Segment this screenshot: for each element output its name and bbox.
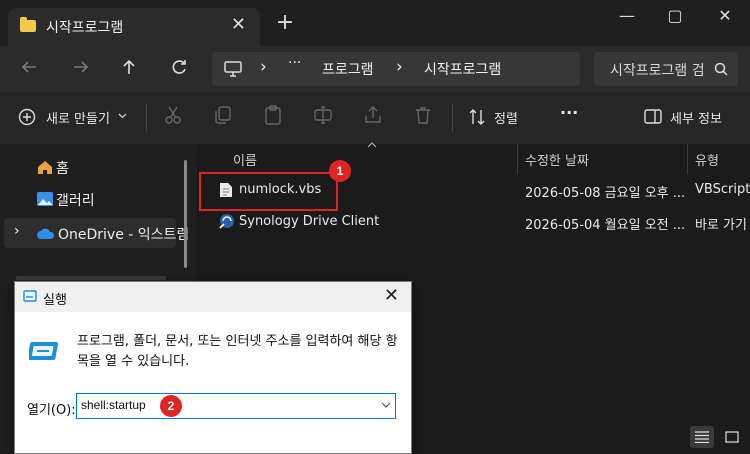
new-tab-button[interactable]: +: [275, 10, 295, 35]
chevron-down-icon: [118, 113, 127, 119]
folder-icon: [20, 17, 36, 32]
chevron-right-icon[interactable]: ›: [14, 223, 20, 239]
run-dialog-message: 프로그램, 폴더, 문서, 또는 인터넷 주소를 입력하여 해당 항목을 열 수…: [77, 334, 398, 369]
delete-icon[interactable]: [412, 104, 434, 126]
details-pane-icon: [644, 109, 662, 124]
search-box[interactable]: 시작프로그램 검색: [594, 52, 738, 86]
close-button[interactable]: ✕: [710, 6, 740, 30]
arrow-up-icon: [123, 59, 135, 74]
chevron-right-icon: ›: [396, 57, 403, 77]
sidebar-item-label: 홈: [56, 161, 69, 177]
run-command-value[interactable]: shell:startup: [81, 398, 146, 412]
refresh-icon: [172, 60, 186, 74]
run-dialog-close-button[interactable]: ✕: [384, 285, 399, 306]
list-view-icon: [695, 431, 709, 443]
file-name: Synology Drive Client: [239, 214, 380, 229]
step-badge-1: 1: [329, 160, 351, 182]
tab-title: 시작프로그램: [46, 20, 124, 36]
file-date: 2026-05-08 금요일 오후 ...: [525, 186, 686, 201]
column-header-name[interactable]: 이름: [233, 150, 257, 169]
step-badge-2: 2: [160, 395, 182, 417]
sidebar-item-home[interactable]: 홈: [0, 152, 180, 182]
command-bar: 새로 만들기 정렬 ··· 세부 정보: [0, 92, 750, 145]
column-header-type[interactable]: 유형: [695, 150, 719, 169]
computer-icon: [224, 61, 242, 77]
table-row[interactable]: Synology Drive Client 2026-05-04 월요일 오전 …: [197, 207, 750, 237]
breadcrumb-startup[interactable]: 시작프로그램: [424, 59, 501, 79]
gallery-icon: [37, 192, 53, 206]
title-bar: 시작프로그램 ✕ + — ▢ ✕: [0, 0, 750, 46]
column-header-date[interactable]: 수정한 날짜: [525, 150, 589, 169]
highlight-box: [199, 172, 338, 211]
paste-icon[interactable]: [262, 104, 284, 126]
refresh-button[interactable]: [164, 54, 194, 84]
tiles-view-button[interactable]: [720, 426, 744, 448]
view-toggle: [690, 424, 748, 452]
rename-icon[interactable]: [312, 104, 334, 126]
forward-button[interactable]: [66, 54, 96, 84]
more-options-button[interactable]: ···: [560, 103, 578, 122]
maximize-button[interactable]: ▢: [660, 6, 690, 30]
run-dialog-title: 실행: [43, 293, 67, 308]
arrow-right-icon: [74, 61, 89, 73]
toolbar-divider: [146, 104, 147, 132]
run-command-input[interactable]: shell:startup: [76, 393, 396, 419]
run-icon: [29, 342, 58, 360]
arrow-left-icon: [21, 61, 36, 73]
search-icon: [704, 52, 738, 86]
breadcrumb-programs[interactable]: 프로그램: [322, 59, 374, 79]
sidebar-scrollbar[interactable]: [184, 160, 187, 268]
sort-button[interactable]: 정렬: [466, 104, 526, 130]
home-icon: [38, 161, 52, 174]
sidebar-item-label: OneDrive - 익스트림: [58, 227, 190, 243]
chevron-down-icon[interactable]: [381, 402, 391, 408]
synology-shortcut-icon: [219, 214, 234, 229]
more-locations-button[interactable]: ···: [288, 55, 301, 71]
back-button[interactable]: [14, 54, 44, 84]
file-type: 바로 가기: [695, 218, 747, 233]
new-button-label: 새로 만들기: [46, 112, 110, 127]
open-label: 열기(O):: [27, 403, 76, 418]
cut-icon[interactable]: [162, 104, 184, 126]
toolbar-divider: [452, 104, 453, 132]
sidebar-item-gallery[interactable]: 갤러리: [0, 184, 180, 214]
up-button[interactable]: [114, 54, 144, 84]
details-view-button[interactable]: [690, 426, 714, 448]
sidebar-item-label: 갤러리: [56, 193, 95, 209]
run-dialog: 실행 ✕ 프로그램, 폴더, 문서, 또는 인터넷 주소를 입력하여 해당 항목…: [14, 281, 412, 454]
share-icon[interactable]: [362, 104, 384, 126]
sort-label: 정렬: [494, 112, 518, 127]
search-input[interactable]: 시작프로그램 검색: [610, 60, 718, 80]
file-date: 2026-05-04 월요일 오전 ...: [525, 218, 686, 233]
column-divider[interactable]: [517, 144, 518, 174]
details-label: 세부 정보: [670, 112, 722, 127]
minimize-button[interactable]: —: [612, 6, 642, 30]
copy-icon[interactable]: [212, 104, 234, 126]
address-bar[interactable]: › ··· 프로그램 › 시작프로그램: [212, 52, 580, 86]
run-app-icon: [23, 290, 37, 302]
chevron-right-icon: ›: [260, 57, 267, 77]
sidebar-item-onedrive[interactable]: › OneDrive - 익스트림: [4, 218, 189, 248]
plus-circle-icon: [18, 108, 36, 126]
column-divider[interactable]: [687, 144, 688, 174]
sidebar-divider: [16, 276, 166, 280]
navigation-bar: › ··· 프로그램 › 시작프로그램 시작프로그램 검색: [0, 46, 750, 92]
new-button[interactable]: 새로 만들기: [14, 104, 134, 130]
details-pane-button[interactable]: 세부 정보: [644, 104, 734, 130]
sort-icon: [469, 109, 485, 125]
sort-arrow-icon: [367, 142, 377, 148]
tab-close-icon[interactable]: ✕: [231, 14, 246, 35]
file-type: VBScript ...: [695, 182, 750, 197]
tiles-view-icon: [725, 431, 739, 443]
onedrive-icon: [37, 228, 55, 239]
tab-startup-folder[interactable]: 시작프로그램 ✕: [8, 8, 260, 46]
